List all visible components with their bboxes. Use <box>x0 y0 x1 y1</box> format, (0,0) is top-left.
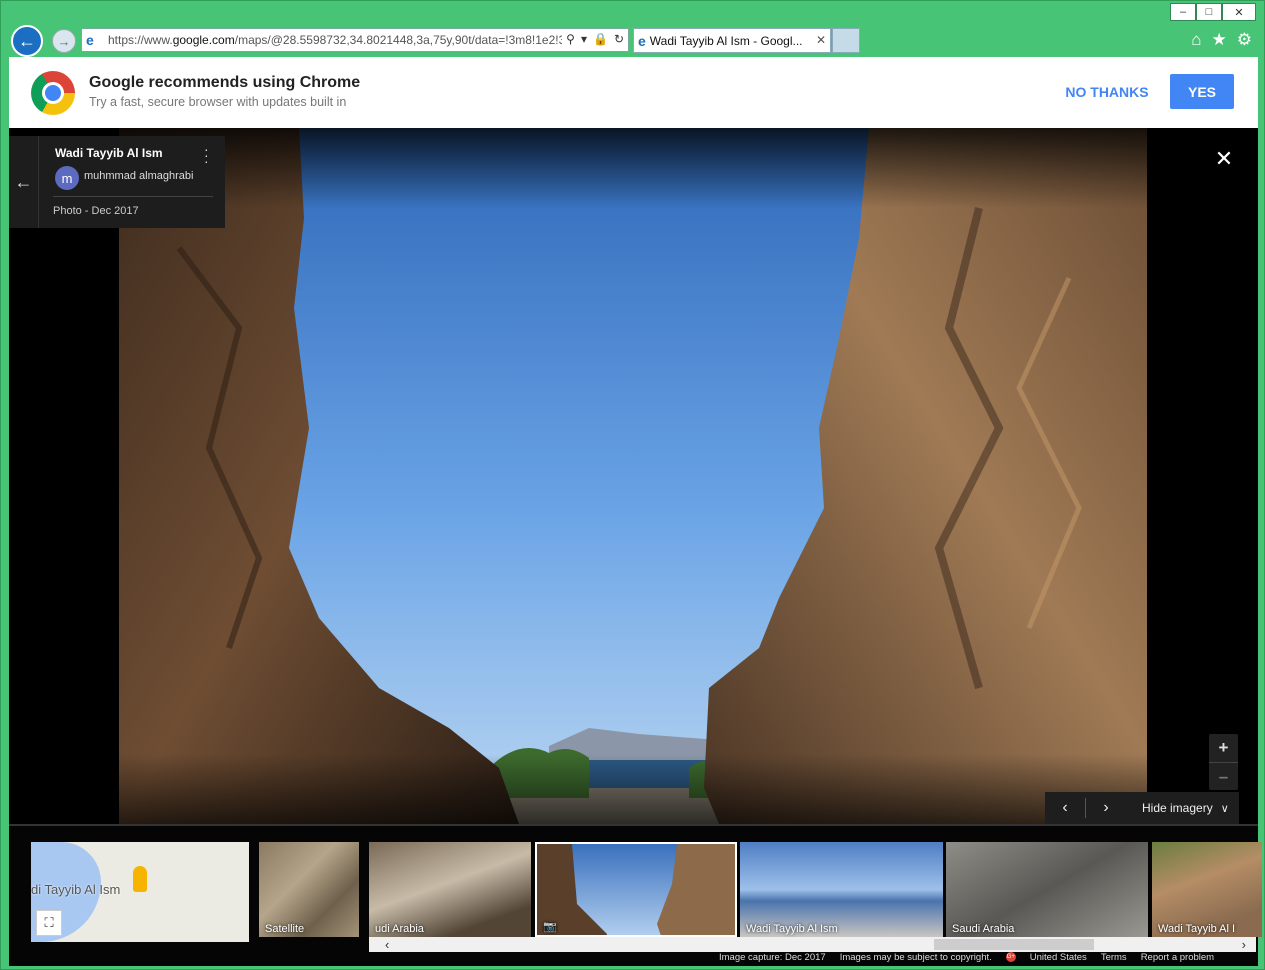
hide-imagery-button[interactable]: Hide imagery <box>1142 801 1213 815</box>
navigation-bar: ← → e https://www. google.com/maps/@28.55… <box>1 23 1265 57</box>
url-path: /maps/@28.5598732,34.8021448,3a,75y,90t/… <box>234 33 570 47</box>
browser-tools: ⌂ ★ ⚙ <box>1191 30 1252 50</box>
lock-icon[interactable]: 🔒 <box>593 32 608 46</box>
image-capture-date: Image capture: Dec 2017 <box>719 952 826 963</box>
window-controls: – □ ✕ <box>1170 3 1256 21</box>
tab-active[interactable]: e Wadi Tayyib Al Ism - Googl... ✕ <box>633 28 831 53</box>
previous-photo-icon[interactable]: ‹ <box>1045 799 1085 817</box>
camera-icon: 📷 <box>543 921 557 933</box>
thumbnail-label: Saudi Arabia <box>952 923 1015 935</box>
zoom-in-icon[interactable]: + <box>1209 734 1238 762</box>
photo-viewer[interactable]: ← Wadi Tayyib Al Ism · · · m muhmmad almag… <box>9 128 1258 824</box>
avatar[interactable]: m <box>55 166 79 190</box>
photo-bottom-shade <box>119 754 1147 824</box>
close-tab-icon[interactable]: ✕ <box>816 33 826 47</box>
scroll-right-icon[interactable]: › <box>1242 937 1246 952</box>
report-problem-link[interactable]: Report a problem <box>1141 952 1214 963</box>
back-arrow-icon[interactable]: ← <box>11 25 43 57</box>
satellite-toggle[interactable]: Satellite <box>259 842 359 937</box>
chrome-logo-icon <box>31 71 75 115</box>
minimize-icon[interactable]: – <box>1170 3 1196 21</box>
imagery-navigation: ‹ › Hide imagery ∨ <box>1045 792 1239 824</box>
thumbnail-label: udi Arabia <box>375 923 424 935</box>
home-icon[interactable]: ⌂ <box>1191 30 1201 50</box>
scroll-left-icon[interactable]: ‹ <box>385 937 389 952</box>
browser-window: – □ ✕ ← → e https://www. google.com/maps/… <box>0 0 1265 970</box>
maximize-icon[interactable]: □ <box>1196 3 1222 21</box>
divider <box>53 196 213 197</box>
place-title[interactable]: Wadi Tayyib Al Ism <box>55 146 163 160</box>
banner-subtitle: Try a fast, secure browser with updates … <box>89 95 347 109</box>
star-icon[interactable]: ★ <box>1212 30 1227 50</box>
search-icon[interactable]: ⚲ <box>566 32 575 46</box>
next-photo-icon[interactable]: › <box>1086 799 1126 817</box>
author-name[interactable]: muhmmad almaghrabi <box>84 170 193 182</box>
more-options-icon[interactable]: · · · <box>204 142 209 168</box>
chevron-down-icon[interactable]: ∨ <box>1221 802 1229 815</box>
pegman-icon[interactable] <box>133 866 147 892</box>
footer: Image capture: Dec 2017 Images may be su… <box>719 952 1214 963</box>
photo-top-shade <box>119 128 1147 208</box>
scrollbar-thumb[interactable] <box>934 939 1094 950</box>
no-thanks-button[interactable]: NO THANKS <box>1059 75 1155 109</box>
thumbnail[interactable]: udi Arabia <box>369 842 531 937</box>
back-to-map-icon[interactable]: ← <box>9 136 39 228</box>
minimap[interactable]: di Tayyib Al Ism ⛶ <box>31 842 249 942</box>
dropdown-icon[interactable]: ▾ <box>581 32 587 46</box>
thumbnail-selected[interactable]: 📷 <box>535 842 737 937</box>
terms-link[interactable]: Terms <box>1101 952 1127 963</box>
address-tools: ⚲ ▾ 🔒 ↻ <box>562 32 624 46</box>
gear-icon[interactable]: ⚙ <box>1237 30 1252 50</box>
photo-info-card: ← Wadi Tayyib Al Ism · · · m muhmmad almag… <box>9 136 225 228</box>
satellite-label: Satellite <box>265 923 305 935</box>
ie-page-icon: e <box>86 32 94 48</box>
banner-title: Google recommends using Chrome <box>89 74 361 91</box>
canyon-photo[interactable] <box>119 128 1147 824</box>
fullscreen-icon[interactable]: ⛶ <box>36 910 62 936</box>
url-host: google.com <box>172 33 235 47</box>
url-prefix: https://www. <box>108 33 173 47</box>
yes-button[interactable]: YES <box>1170 74 1234 109</box>
google-plus-icon: G+ <box>1005 952 1016 962</box>
zoom-out-icon[interactable]: – <box>1209 762 1238 790</box>
chrome-recommendation-banner: Google recommends using Chrome Try a fas… <box>9 57 1258 128</box>
forward-arrow-icon[interactable]: → <box>52 29 76 53</box>
thumbnail[interactable]: Saudi Arabia <box>946 842 1148 937</box>
copyright-notice: Images may be subject to copyright. <box>839 952 992 963</box>
photo-date: Photo - Dec 2017 <box>53 205 139 217</box>
refresh-icon[interactable]: ↻ <box>614 32 624 46</box>
close-window-icon[interactable]: ✕ <box>1222 3 1256 21</box>
thumbnail-label: Wadi Tayyib Al Ism <box>746 923 838 935</box>
minimap-label: di Tayyib Al Ism <box>31 882 121 897</box>
filmstrip: di Tayyib Al Ism ⛶ Satellite udi Arabia … <box>9 824 1262 966</box>
close-icon[interactable]: ✕ <box>1213 146 1235 171</box>
country-link[interactable]: United States <box>1030 952 1087 963</box>
thumbnail[interactable]: Wadi Tayyib Al I <box>1152 842 1262 937</box>
filmstrip-scrollbar[interactable]: ‹ › <box>369 937 1256 952</box>
ie-tab-icon: e <box>638 32 646 49</box>
new-tab-button[interactable] <box>832 28 860 53</box>
zoom-controls: + – <box>1209 734 1238 790</box>
thumbnail-label: Wadi Tayyib Al I <box>1158 923 1236 935</box>
thumbnail[interactable]: Wadi Tayyib Al Ism <box>740 842 943 937</box>
tab-title: Wadi Tayyib Al Ism - Googl... <box>649 33 803 48</box>
address-bar[interactable]: e https://www. google.com/maps/@28.559873… <box>81 28 629 52</box>
